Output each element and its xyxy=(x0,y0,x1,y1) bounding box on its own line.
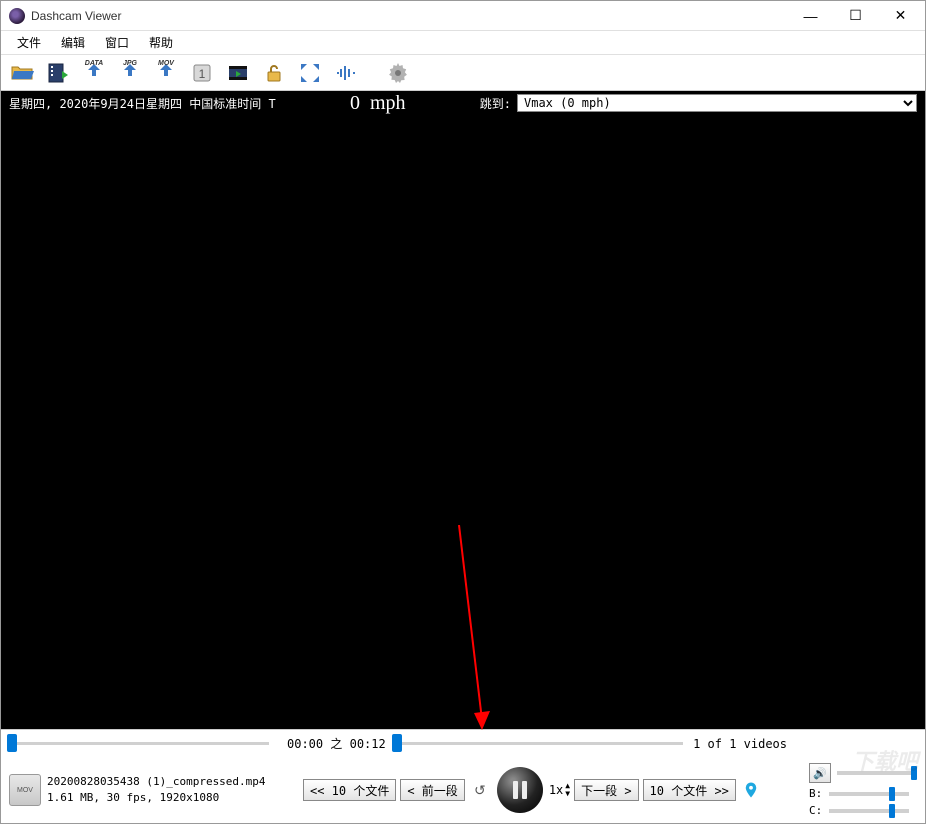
file-info: MOV 20200828035438 (1)_compressed.mp4 1.… xyxy=(9,774,299,807)
back-10-files-button[interactable]: << 10 个文件 xyxy=(303,779,396,801)
window-titlebar: Dashcam Viewer — ☐ ✕ xyxy=(1,1,925,31)
jump-select[interactable]: Vmax (0 mph) xyxy=(517,94,917,112)
brightness-label: B: xyxy=(809,787,823,800)
prev-clip-button[interactable]: < 前一段 xyxy=(400,779,464,801)
playback-slider[interactable] xyxy=(394,734,683,754)
file-name: 20200828035438 (1)_compressed.mp4 xyxy=(47,774,266,791)
menu-edit[interactable]: 编辑 xyxy=(51,31,95,54)
contrast-label: C: xyxy=(809,804,823,817)
menubar: 文件 编辑 窗口 帮助 xyxy=(1,31,925,55)
settings-gear-icon[interactable] xyxy=(383,59,413,87)
video-info-header: 星期四, 2020年9月24日星期四 中国标准时间 T 0 mph 跳到: Vm… xyxy=(1,91,925,115)
contrast-slider[interactable] xyxy=(829,809,909,813)
controls-row: MOV 20200828035438 (1)_compressed.mp4 1.… xyxy=(1,757,925,823)
reload-icon[interactable]: ↺ xyxy=(469,779,491,801)
trim-slider[interactable] xyxy=(9,734,269,754)
mov-label: MOV xyxy=(158,60,174,67)
speed-stepper[interactable]: ▲▼ xyxy=(565,782,570,798)
audio-wave-icon[interactable] xyxy=(331,59,361,87)
file-meta: 1.61 MB, 30 fps, 1920x1080 xyxy=(47,790,266,807)
time-display: 00:00 之 00:12 xyxy=(287,735,386,752)
export-jpg-icon[interactable]: JPG xyxy=(115,59,145,87)
volume-slider[interactable] xyxy=(837,771,917,775)
pause-icon xyxy=(513,781,527,799)
file-type-icon: MOV xyxy=(9,774,41,806)
video-viewport xyxy=(1,115,925,729)
app-icon xyxy=(9,8,25,24)
jpg-label: JPG xyxy=(123,60,137,67)
unlock-icon[interactable] xyxy=(259,59,289,87)
close-button[interactable]: ✕ xyxy=(878,2,923,30)
speed-value: 0 xyxy=(350,92,360,114)
menu-window[interactable]: 窗口 xyxy=(95,31,139,54)
brightness-slider[interactable] xyxy=(829,792,909,796)
svg-text:1: 1 xyxy=(199,67,206,81)
forward-10-files-button[interactable]: 10 个文件 >> xyxy=(643,779,736,801)
export-mov-icon[interactable]: MOV xyxy=(151,59,181,87)
single-view-icon[interactable]: 1 xyxy=(187,59,217,87)
playback-speed: 1x ▲▼ xyxy=(549,782,570,798)
maximize-button[interactable]: ☐ xyxy=(833,2,878,30)
speed-unit: mph xyxy=(370,92,406,114)
next-clip-button[interactable]: 下一段 > xyxy=(574,779,638,801)
play-pause-button[interactable] xyxy=(497,767,543,813)
data-label: DATA xyxy=(85,60,103,67)
map-marker-icon[interactable] xyxy=(740,779,762,801)
film-export-icon[interactable] xyxy=(43,59,73,87)
clip-icon[interactable] xyxy=(223,59,253,87)
fullscreen-icon[interactable] xyxy=(295,59,325,87)
speed-value-label: 1x xyxy=(549,783,563,797)
speed-display: 0 mph xyxy=(276,92,480,115)
volume-icon[interactable]: 🔊 xyxy=(809,763,831,783)
video-count: 1 of 1 videos xyxy=(693,737,787,751)
menu-file[interactable]: 文件 xyxy=(7,31,51,54)
right-panel: 🔊 B: C: xyxy=(809,763,917,817)
date-display: 星期四, 2020年9月24日星期四 中国标准时间 T xyxy=(9,95,276,112)
minimize-button[interactable]: — xyxy=(788,2,833,30)
progress-row: 00:00 之 00:12 1 of 1 videos xyxy=(1,729,925,757)
toolbar: DATA JPG MOV 1 xyxy=(1,55,925,91)
open-folder-icon[interactable] xyxy=(7,59,37,87)
export-data-icon[interactable]: DATA xyxy=(79,59,109,87)
window-title: Dashcam Viewer xyxy=(31,9,788,23)
menu-help[interactable]: 帮助 xyxy=(139,31,183,54)
annotation-arrow xyxy=(454,525,514,735)
jump-label: 跳到: xyxy=(480,95,511,112)
